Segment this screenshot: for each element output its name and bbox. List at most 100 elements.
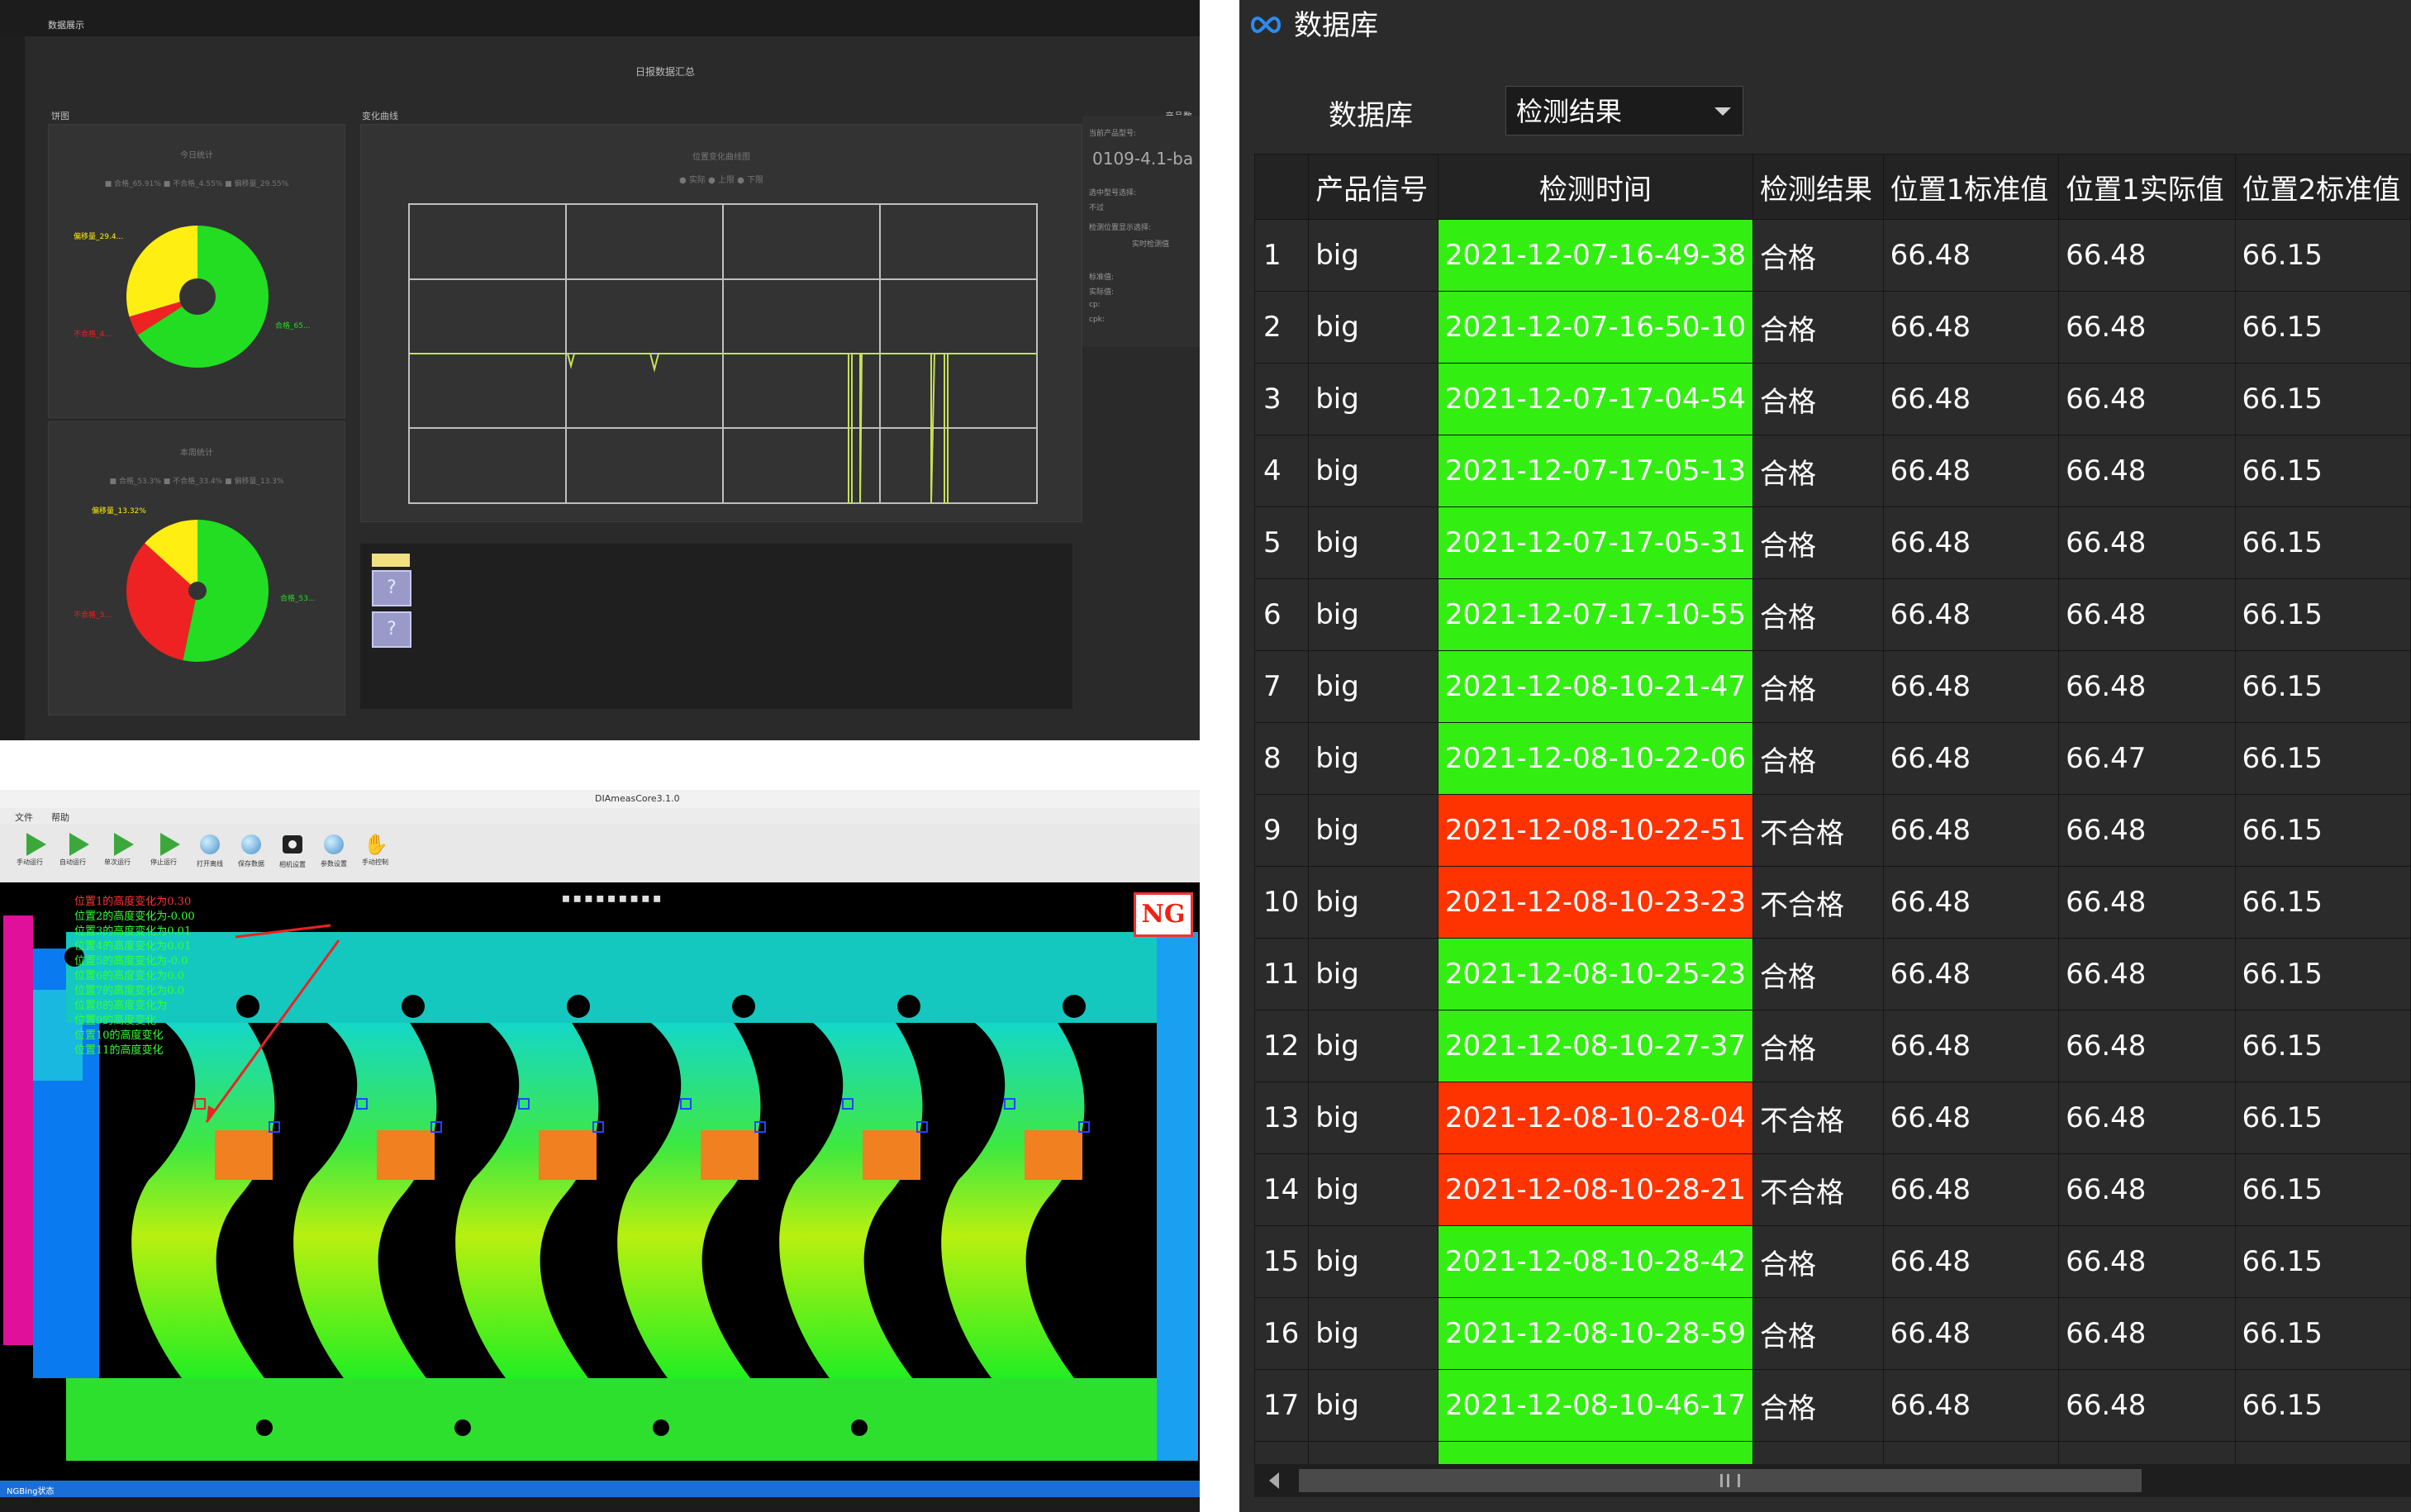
table-row[interactable]: 11 big 2021-12-08-10-25-23 合格 66.48 66.48 66.1… — [1254, 938, 2411, 1010]
height-region — [377, 1130, 435, 1180]
cell-p1s: 66.48 — [1882, 1297, 2060, 1370]
table-row[interactable]: 12 big 2021-12-08-10-27-37 合格 66.48 66.48 66.1… — [1254, 1010, 2411, 1082]
cell-p1a: 66.48 — [2058, 938, 2236, 1010]
cell-result: 合格 — [1752, 291, 1884, 364]
cell-product: big — [1308, 938, 1439, 1010]
save-data-button[interactable]: 保存数据 — [233, 833, 269, 868]
cell-p2s: 66.15 — [2234, 650, 2411, 723]
cell-n — [1254, 1441, 1310, 1464]
cell-p1s: 66.48 — [1882, 1225, 2060, 1298]
cell-p2s: 66.15 — [2234, 1153, 2411, 1226]
pie-chart-today: 今日统计 ■ 合格_65.91% ■ 不合格_4.55% ■ 偏移量_29.55… — [48, 124, 345, 418]
cell-n: 6 — [1254, 578, 1310, 651]
cell-product: big — [1308, 866, 1439, 939]
table-row[interactable]: 17 big 2021-12-08-10-46-17 合格 66.48 66.48 66.1… — [1254, 1369, 2411, 1442]
horizontal-scrollbar[interactable] — [1254, 1464, 2411, 1497]
table-row[interactable]: 3 big 2021-12-07-17-04-54 合格 66.48 66.48 66.15 — [1254, 363, 2411, 435]
parameter-settings-button[interactable]: 参数设置 — [316, 833, 352, 868]
cell-time: 2021-12-08-10-28-59 — [1437, 1297, 1754, 1370]
cell-time: 2021-12-07-17-10-55 — [1437, 578, 1754, 651]
table-row[interactable]: 4 big 2021-12-07-17-05-13 合格 66.48 66.48 66.15 — [1254, 435, 2411, 507]
column-header[interactable]: 检测结果 — [1752, 154, 1884, 220]
height-region — [1025, 1130, 1082, 1180]
cell-product: big — [1308, 650, 1439, 723]
table-row[interactable]: 16 big 2021-12-08-10-28-59 合格 66.48 66.48 66.1… — [1254, 1297, 2411, 1370]
cell-n: 13 — [1254, 1082, 1310, 1154]
toolbar-label: 相机设置 — [279, 861, 306, 868]
cell-result: 合格 — [1752, 506, 1884, 579]
thumbnail-placeholder[interactable]: ? — [372, 611, 411, 648]
stop-run-button[interactable]: 停止运行 — [145, 833, 182, 867]
scroll-left-icon[interactable] — [1269, 1472, 1279, 1489]
thumbnail-tab[interactable] — [372, 554, 410, 567]
cell-p1a: 66.48 — [2058, 794, 2236, 867]
toolbar-label: 停止运行 — [150, 858, 177, 866]
cell-product: big — [1308, 291, 1439, 364]
auto-run-button[interactable]: 自动运行 — [55, 833, 91, 867]
cell-result: 合格 — [1752, 1297, 1884, 1370]
open-offline-button[interactable]: 打开离线 — [192, 833, 228, 868]
column-header[interactable] — [1254, 154, 1310, 220]
scrollbar-thumb[interactable] — [1299, 1469, 2142, 1492]
column-header[interactable]: 位置1标准值 — [1882, 154, 2060, 220]
manual-control-button[interactable]: ✋ 手动控制 — [357, 833, 393, 867]
table-row[interactable]: 2 big 2021-12-07-16-50-10 合格 66.48 66.48 66.15 — [1254, 291, 2411, 364]
tool-icons[interactable]: ◼ ◼ ◼ ◼ ◼ ◼ ◼ ◼ ◼ — [562, 892, 661, 904]
image-preview-area — [360, 544, 1072, 709]
results-table: 产品信号 检测时间 检测结果 位置1标准值 位置1实际值 位置2标准值 1 big… — [1254, 154, 2411, 1464]
type-select[interactable]: 不过 — [1089, 202, 1104, 212]
position-select[interactable]: 实时检测值 — [1132, 238, 1169, 249]
cell-time: 2021-12-08-10-23-23 — [1437, 866, 1754, 939]
table-row[interactable]: 14 big 2021-12-08-10-28-21 不合格 66.48 66.48 66.… — [1254, 1153, 2411, 1226]
database-select[interactable]: 检测结果 — [1505, 86, 1743, 136]
menu-file[interactable]: 文件 — [15, 811, 33, 824]
cell-result: 合格 — [1752, 938, 1884, 1010]
table-row[interactable]: 9 big 2021-12-08-10-22-51 不合格 66.48 66.48 66.1… — [1254, 794, 2411, 867]
table-row[interactable]: 8 big 2021-12-08-10-22-06 合格 66.48 66.47 66.15 — [1254, 722, 2411, 795]
table-row[interactable] — [1254, 1441, 2411, 1464]
dashboard-side-toolbar[interactable] — [0, 36, 25, 740]
cell-p1a: 66.48 — [2058, 1153, 2236, 1226]
ng-badge: NG — [1134, 892, 1193, 937]
pie-label-offset: 偏移量_29.4... — [74, 233, 124, 241]
thumbnail-placeholder[interactable]: ? — [372, 570, 411, 606]
pie-section-label: 饼图 — [51, 111, 69, 121]
single-run-button[interactable]: 单次运行 — [99, 833, 136, 867]
cell-product: big — [1308, 1082, 1439, 1154]
table-row[interactable]: 5 big 2021-12-07-17-05-31 合格 66.48 66.48 66.15 — [1254, 506, 2411, 579]
cell-time: 2021-12-07-17-05-31 — [1437, 506, 1754, 579]
cell-p1s: 66.48 — [1882, 578, 2060, 651]
cell-p2s: 66.15 — [2234, 938, 2411, 1010]
cell-p1s: 66.48 — [1882, 1010, 2060, 1082]
table-row[interactable]: 6 big 2021-12-07-17-10-55 合格 66.48 66.48 66.15 — [1254, 578, 2411, 651]
column-header[interactable]: 位置1实际值 — [2058, 154, 2236, 220]
height-region — [701, 1130, 758, 1180]
cell-p1s: 66.48 — [1882, 363, 2060, 435]
manual-run-button[interactable]: 手动运行 — [12, 833, 48, 867]
pie-chart-svg — [126, 520, 269, 662]
cell-p1a: 66.48 — [2058, 435, 2236, 507]
table-row[interactable]: 13 big 2021-12-08-10-28-04 不合格 66.48 66.48 66.… — [1254, 1082, 2411, 1154]
cell-p1a: 66.48 — [2058, 291, 2236, 364]
table-row[interactable]: 15 big 2021-12-08-10-28-42 合格 66.48 66.48 66.1… — [1254, 1225, 2411, 1298]
column-header[interactable]: 产品信号 — [1308, 154, 1439, 220]
globe-icon — [200, 834, 220, 854]
cell-time: 2021-12-08-10-27-37 — [1437, 1010, 1754, 1082]
cell-n: 10 — [1254, 866, 1310, 939]
dashboard-title: 日报数据汇总 — [635, 66, 695, 78]
cell-time: 2021-12-08-10-28-04 — [1437, 1082, 1754, 1154]
camera-settings-button[interactable]: 相机设置 — [274, 833, 311, 869]
inspection-window: DIAmeasCore3.1.0 文件 帮助 手动运行 自动运行 单次运行 停止… — [0, 790, 1200, 1512]
column-header[interactable]: 位置2标准值 — [2234, 154, 2411, 220]
cell-product: big — [1308, 506, 1439, 579]
menu-help[interactable]: 帮助 — [51, 811, 69, 824]
cell-p1a: 66.48 — [2058, 1225, 2236, 1298]
dashboard-titlebar: 数据展示 — [0, 0, 1200, 36]
table-row[interactable]: 10 big 2021-12-08-10-23-23 不合格 66.48 66.48 66.… — [1254, 866, 2411, 939]
table-row[interactable]: 1 big 2021-12-07-16-49-38 合格 66.48 66.48 66.15 — [1254, 219, 2411, 292]
cell-n: 16 — [1254, 1297, 1310, 1370]
table-row[interactable]: 7 big 2021-12-08-10-21-47 合格 66.48 66.48 66.15 — [1254, 650, 2411, 723]
chevron-down-icon — [1714, 107, 1731, 116]
column-header[interactable]: 检测时间 — [1437, 154, 1754, 220]
cell-p2s: 66.15 — [2234, 363, 2411, 435]
